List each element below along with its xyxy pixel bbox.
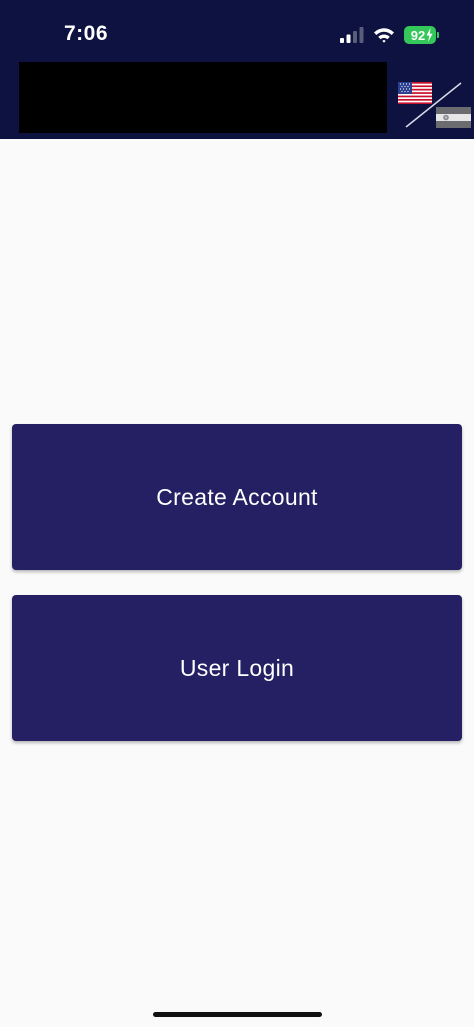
us-flag-icon[interactable]: [398, 82, 432, 104]
language-toggle[interactable]: [396, 80, 472, 130]
wifi-icon: [374, 28, 394, 43]
main-content: Create Account User Login: [0, 139, 474, 1027]
battery-cap: [437, 32, 439, 38]
app-header: 7:06 92: [0, 0, 474, 139]
battery-level: 92: [410, 27, 426, 43]
create-account-button[interactable]: Create Account: [12, 424, 462, 570]
status-icons: 92: [340, 25, 439, 45]
home-indicator[interactable]: [153, 1012, 322, 1017]
other-flag-icon[interactable]: [436, 107, 471, 128]
redacted-app-title: [19, 62, 387, 133]
user-login-button[interactable]: User Login: [12, 595, 462, 741]
status-bar: 7:06 92: [0, 0, 474, 60]
app-screen: 7:06 92 Create Account User Login: [0, 0, 474, 1027]
cellular-signal-icon: [340, 27, 364, 43]
battery-charging-icon: 92: [404, 26, 439, 44]
status-time: 7:06: [64, 22, 109, 45]
charging-bolt-icon: [426, 28, 433, 42]
